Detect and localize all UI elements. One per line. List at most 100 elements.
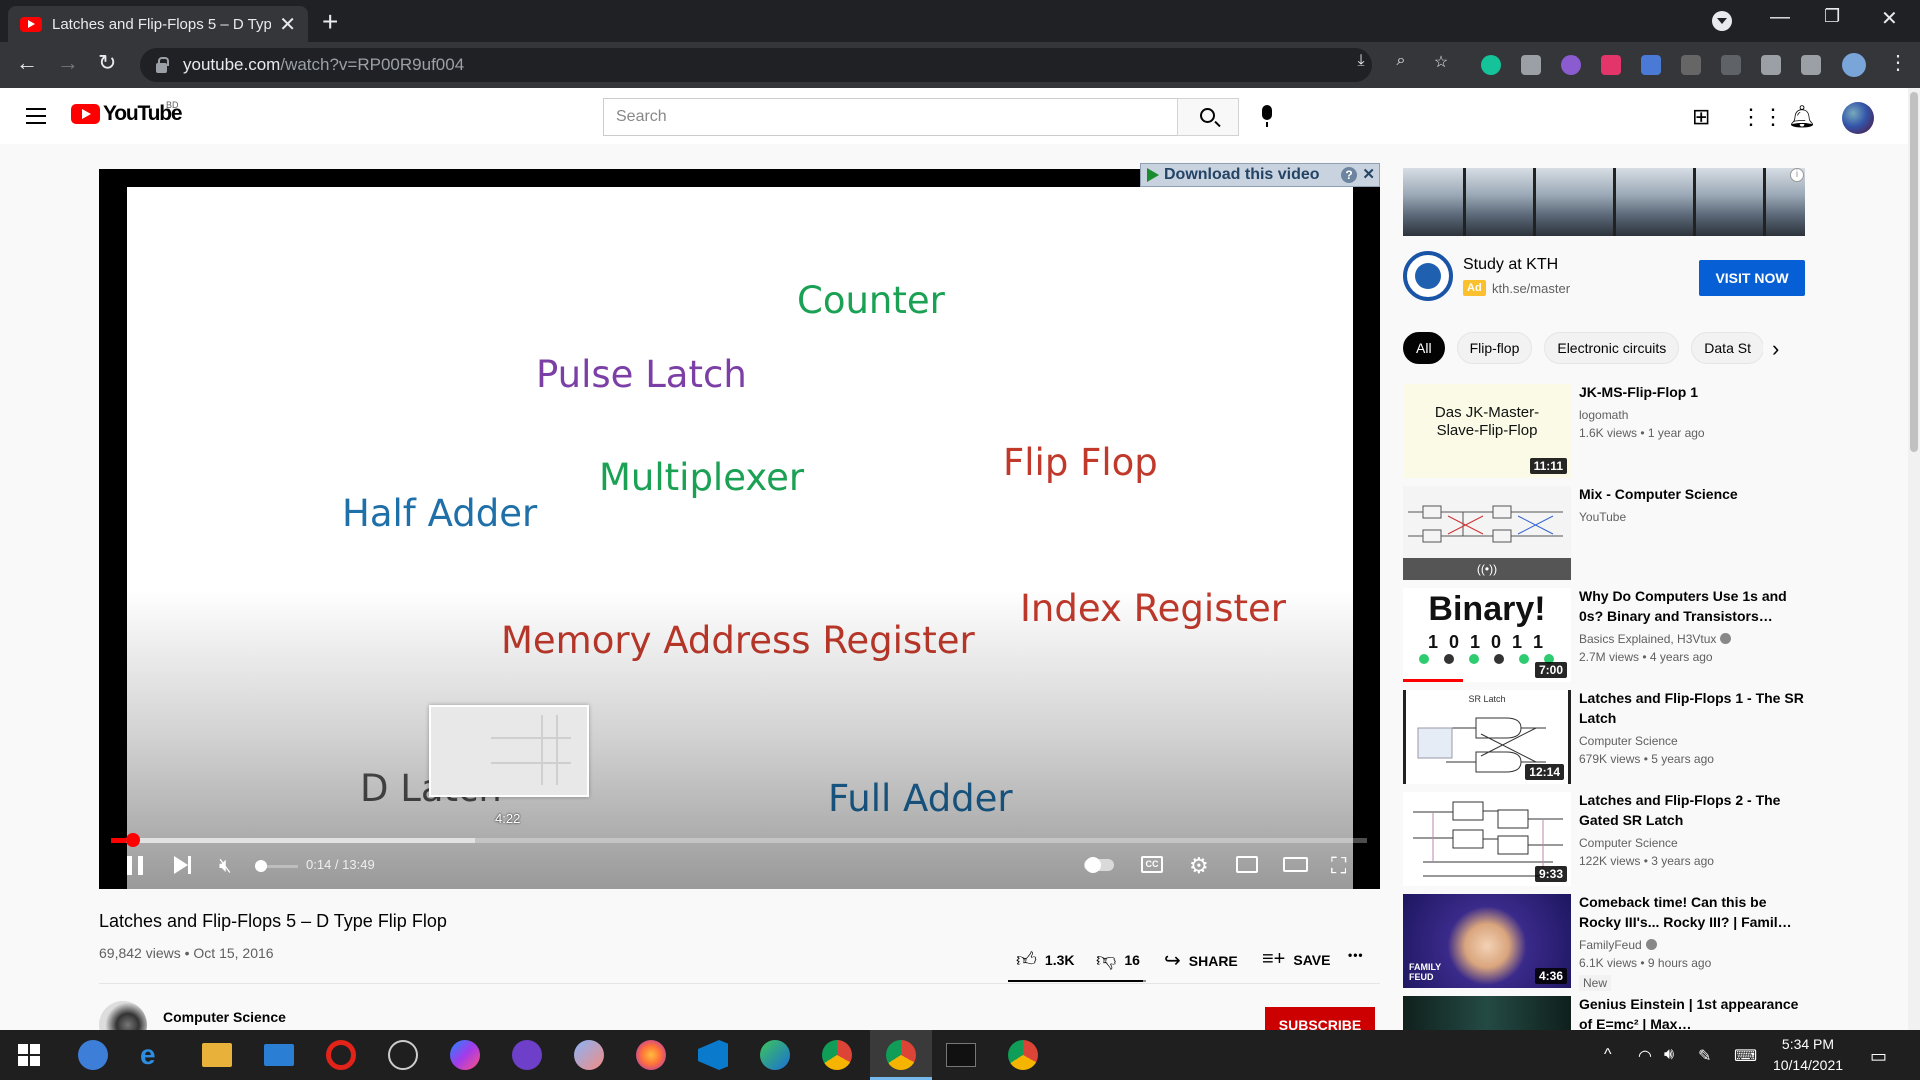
- chrome-active-icon[interactable]: [886, 1040, 916, 1070]
- globe-app-icon[interactable]: [760, 1040, 790, 1070]
- help-icon[interactable]: ?: [1341, 167, 1357, 183]
- camera-extension-icon[interactable]: [1521, 55, 1541, 75]
- reading-list-icon[interactable]: [1801, 55, 1821, 75]
- like-button[interactable]: 👍︎ 1.3K: [1016, 948, 1074, 972]
- rec-title[interactable]: Genius Einstein | 1st appearance of E=mc…: [1579, 996, 1809, 1030]
- recommendation-item[interactable]: ((•)) Mix - Computer Science YouTube: [1403, 486, 1813, 580]
- miniplayer-icon[interactable]: [1236, 856, 1258, 873]
- tab-close-icon[interactable]: ✕: [279, 12, 296, 37]
- voice-search-icon[interactable]: [1262, 105, 1272, 127]
- pen-extension-icon[interactable]: [1721, 55, 1741, 75]
- extension-icon[interactable]: [1561, 55, 1581, 75]
- downloader-extension-icon[interactable]: [1641, 55, 1661, 75]
- recommendation-item[interactable]: Das JK-Master-Slave-Flip-Flop 11:11 JK-M…: [1403, 384, 1813, 478]
- scrollbar-thumb[interactable]: [1910, 92, 1918, 452]
- keyboard-tray-icon[interactable]: ⌨: [1734, 1046, 1757, 1066]
- video-thumbnail[interactable]: Binary! 1 0 1 0 1 1 7:00: [1403, 588, 1571, 682]
- opera-icon[interactable]: [326, 1040, 356, 1070]
- windows-start-icon[interactable]: [18, 1044, 40, 1066]
- account-avatar[interactable]: [1842, 102, 1874, 134]
- video-thumbnail[interactable]: ((•)): [1403, 486, 1571, 580]
- apps-grid-icon[interactable]: ⋮⋮: [1740, 104, 1784, 130]
- chip-electronic-circuits[interactable]: Electronic circuits: [1544, 332, 1680, 364]
- file-explorer-icon[interactable]: [202, 1043, 232, 1067]
- minimize-button[interactable]: —: [1770, 6, 1790, 29]
- theater-mode-icon[interactable]: [1283, 857, 1308, 872]
- back-icon[interactable]: ←: [16, 50, 38, 76]
- dislike-button[interactable]: 👎︎ 16: [1096, 948, 1140, 972]
- youtube-logo-icon[interactable]: [71, 104, 100, 124]
- video-thumbnail[interactable]: SR Latch 12:14: [1403, 690, 1571, 784]
- pen-tray-icon[interactable]: ✎: [1698, 1046, 1711, 1066]
- guide-menu-icon[interactable]: [26, 108, 46, 124]
- more-actions-button[interactable]: •••: [1348, 948, 1364, 962]
- ad-info-icon[interactable]: i: [1790, 168, 1804, 182]
- recommendation-item[interactable]: SR Latch 12:14 Latches and Flip-Flops 1 …: [1403, 690, 1813, 784]
- chip-all[interactable]: All: [1403, 332, 1445, 364]
- browser-menu-icon[interactable]: ⋮: [1888, 50, 1908, 75]
- rec-title[interactable]: Latches and Flip-Flops 2 - The Gated SR …: [1579, 790, 1809, 830]
- rec-title[interactable]: Why Do Computers Use 1s and 0s? Binary a…: [1579, 586, 1809, 626]
- recommendation-item[interactable]: 9:33 Latches and Flip-Flops 2 - The Gate…: [1403, 792, 1813, 886]
- github-desktop-icon[interactable]: [512, 1040, 542, 1070]
- qbittorrent-icon[interactable]: [78, 1040, 108, 1070]
- browser-tab-active[interactable]: Latches and Flip-Flops 5 – D Type Flip F…: [8, 6, 308, 42]
- volume-slider[interactable]: [262, 865, 298, 868]
- pause-button[interactable]: [127, 856, 143, 875]
- share-button[interactable]: ↪ SHARE: [1164, 948, 1238, 973]
- tray-chevron-up-icon[interactable]: ^: [1604, 1046, 1612, 1064]
- rec-title[interactable]: Comeback time! Can this be Rocky III's..…: [1579, 892, 1809, 932]
- progress-bar[interactable]: [111, 838, 1367, 843]
- settings-gear-icon[interactable]: ⚙: [1189, 853, 1209, 879]
- new-tab-button[interactable]: +: [322, 6, 338, 38]
- mail-icon[interactable]: [264, 1044, 294, 1066]
- chip-flip-flop[interactable]: Flip-flop: [1456, 332, 1533, 364]
- chevron-right-icon[interactable]: ›: [1772, 336, 1779, 362]
- wifi-icon[interactable]: ◠: [1638, 1046, 1652, 1066]
- save-button[interactable]: ≡+ SAVE: [1262, 948, 1330, 971]
- reload-icon[interactable]: ↻: [98, 50, 116, 76]
- close-window-button[interactable]: ✕: [1881, 6, 1898, 31]
- ad-banner-image[interactable]: [1403, 168, 1805, 236]
- chrome-icon[interactable]: [822, 1040, 852, 1070]
- mute-icon[interactable]: 🔇︎: [219, 855, 232, 878]
- screen-extension-icon[interactable]: [1681, 55, 1701, 75]
- download-video-bar[interactable]: Download this video ? ✕: [1140, 163, 1380, 187]
- chip-data-structures[interactable]: Data St: [1691, 332, 1763, 364]
- address-bar[interactable]: youtube.com/watch?v=RP00R9uf004: [140, 48, 1372, 82]
- scrubber-handle[interactable]: [126, 833, 140, 847]
- profile-avatar[interactable]: [1842, 53, 1866, 77]
- extensions-puzzle-icon[interactable]: [1761, 55, 1781, 75]
- edge-icon[interactable]: e: [140, 1040, 170, 1070]
- autoplay-toggle[interactable]: [1084, 857, 1114, 873]
- rec-title[interactable]: Mix - Computer Science: [1579, 484, 1809, 504]
- captions-icon[interactable]: CC: [1141, 856, 1163, 873]
- grammarly-extension-icon[interactable]: [1481, 55, 1501, 75]
- play-extension-icon[interactable]: [1601, 55, 1621, 75]
- next-button[interactable]: [174, 856, 191, 874]
- video-thumbnail[interactable]: FAMILY FEUD 4:36: [1403, 894, 1571, 988]
- volume-handle[interactable]: [255, 860, 267, 872]
- search-button[interactable]: [1177, 98, 1239, 136]
- forward-icon[interactable]: →: [57, 50, 79, 76]
- video-thumbnail[interactable]: 9:33: [1403, 792, 1571, 886]
- tab-search-icon[interactable]: [1712, 11, 1732, 31]
- app-icon[interactable]: [574, 1040, 604, 1070]
- ad-title[interactable]: Study at KTH: [1463, 256, 1558, 274]
- video-thumbnail[interactable]: Das JK-Master-Slave-Flip-Flop 11:11: [1403, 384, 1571, 478]
- channel-name[interactable]: Computer Science: [163, 1009, 286, 1025]
- fullscreen-icon[interactable]: ⛶: [1331, 853, 1346, 879]
- visit-now-button[interactable]: VISIT NOW: [1699, 260, 1805, 296]
- video-player[interactable]: Counter Pulse Latch Multiplexer Flip Flo…: [99, 169, 1380, 889]
- recommendation-item[interactable]: Genius Einstein | 1st appearance of E=mc…: [1403, 996, 1813, 1030]
- notifications-bell-icon[interactable]: 🔔︎: [1788, 104, 1816, 130]
- firefox-icon[interactable]: [636, 1040, 666, 1070]
- messenger-icon[interactable]: [450, 1040, 480, 1070]
- zoom-icon[interactable]: ⌕: [1392, 52, 1410, 70]
- taskbar-clock[interactable]: 5:34 PM 10/14/2021: [1768, 1034, 1848, 1076]
- volume-tray-icon[interactable]: 🔊︎: [1664, 1046, 1674, 1064]
- close-icon[interactable]: ✕: [1362, 165, 1375, 183]
- recommendation-item[interactable]: Binary! 1 0 1 0 1 1 7:00 Why Do Computer…: [1403, 588, 1813, 682]
- kth-logo[interactable]: [1403, 251, 1453, 301]
- terminal-icon[interactable]: [946, 1043, 976, 1067]
